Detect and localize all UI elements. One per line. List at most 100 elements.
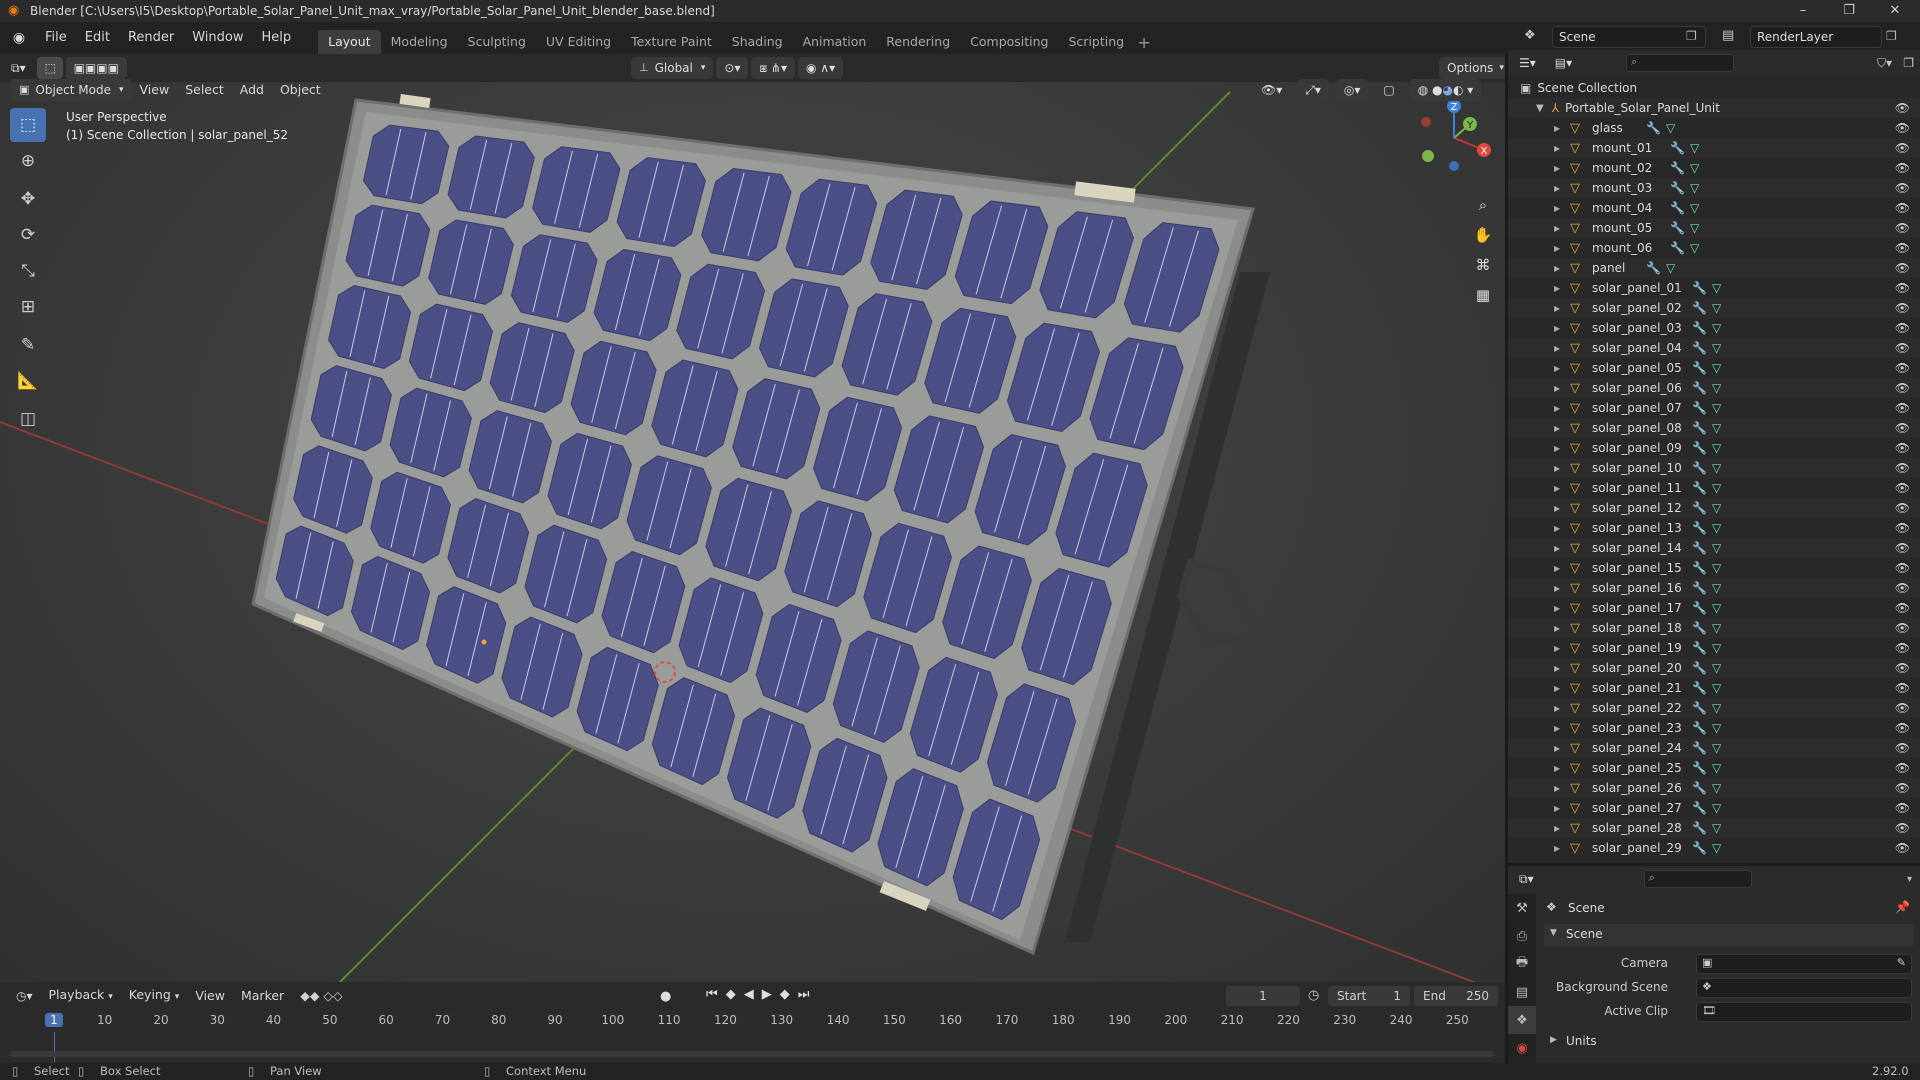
object-mode-dropdown[interactable]: ▣ Object Mode ▾ — [11, 79, 132, 101]
expand-arrow-icon[interactable]: ▶ — [1554, 604, 1560, 613]
outliner-object-row[interactable]: ▶ ▽ mount_01 🔧 ▽ 👁 — [1508, 138, 1920, 158]
eye-icon[interactable]: 👁 — [1895, 321, 1910, 335]
expand-arrow-icon[interactable]: ▶ — [1554, 664, 1560, 673]
expand-arrow-icon[interactable]: ▶ — [1554, 464, 1560, 473]
playback-menu[interactable]: Playback ▾ — [41, 981, 121, 1011]
play-icon[interactable]: ▶ — [762, 987, 772, 1002]
eye-icon[interactable]: 👁 — [1895, 401, 1910, 415]
modifier-wrench-icon[interactable]: 🔧 — [1692, 641, 1707, 655]
mesh-data-icon[interactable]: ▽ — [1690, 141, 1699, 155]
add-workspace-icon[interactable]: + — [1134, 33, 1154, 52]
timeline-area[interactable]: 1 10 20 30 40 50 60 70 80 90 100 110 120 130 140 150 160… — [0, 1010, 1505, 1063]
filter-icon[interactable]: ⛉▾ — [1877, 56, 1892, 71]
rotate-tool-icon[interactable]: ⟳ — [10, 218, 46, 252]
expand-arrow-icon[interactable]: ▶ — [1554, 344, 1560, 353]
outliner-object-row[interactable]: ▶ ▽ solar_panel_19 🔧 ▽ 👁 — [1508, 638, 1920, 658]
gizmo-neg-z-icon[interactable] — [1449, 161, 1459, 171]
tab-rendering[interactable]: Rendering — [876, 30, 960, 54]
scene-selector[interactable]: Scene — [1552, 26, 1706, 48]
display-mode-icon[interactable]: ▤▾ — [1547, 52, 1580, 74]
mesh-data-icon[interactable]: ▽ — [1712, 841, 1721, 855]
modifier-wrench-icon[interactable]: 🔧 — [1692, 781, 1707, 795]
outliner-collection-row[interactable]: ▼ ⅄ Portable_Solar_Panel_Unit 👁 — [1508, 98, 1920, 118]
outliner-object-row[interactable]: ▶ ▽ solar_panel_14 🔧 ▽ 👁 — [1508, 538, 1920, 558]
expand-arrow-icon[interactable]: ▼ — [1536, 103, 1544, 114]
transform-tool-icon[interactable]: ⊞ — [10, 290, 46, 324]
expand-arrow-icon[interactable]: ▶ — [1554, 704, 1560, 713]
modifier-wrench-icon[interactable]: 🔧 — [1692, 561, 1707, 575]
mesh-data-icon[interactable]: ▽ — [1712, 521, 1721, 535]
editor-type-icon[interactable]: ⧉▾ — [3, 57, 34, 79]
object-menu[interactable]: Object — [272, 78, 329, 102]
expand-arrow-icon[interactable]: ▶ — [1554, 144, 1560, 153]
selection-mode-icons[interactable]: ▣▣▣▣ — [65, 57, 127, 79]
mesh-data-icon[interactable]: ▽ — [1712, 621, 1721, 635]
outliner-object-row[interactable]: ▶ ▽ solar_panel_11 🔧 ▽ 👁 — [1508, 478, 1920, 498]
mesh-data-icon[interactable]: ▽ — [1712, 401, 1721, 415]
mesh-data-icon[interactable]: ▽ — [1712, 721, 1721, 735]
tab-texture-paint[interactable]: Texture Paint — [621, 30, 722, 54]
outliner-object-row[interactable]: ▶ ▽ solar_panel_12 🔧 ▽ 👁 — [1508, 498, 1920, 518]
expand-arrow-icon[interactable]: ▶ — [1554, 564, 1560, 573]
mesh-data-icon[interactable]: ▽ — [1712, 421, 1721, 435]
expand-arrow-icon[interactable]: ▶ — [1554, 164, 1560, 173]
eye-icon[interactable]: 👁 — [1895, 361, 1910, 375]
eye-icon[interactable]: 👁 — [1895, 101, 1910, 115]
eye-icon[interactable]: 👁 — [1895, 341, 1910, 355]
start-frame-field[interactable]: Start 1 — [1328, 986, 1410, 1006]
outliner-object-row[interactable]: ▶ ▽ solar_panel_29 🔧 ▽ 👁 — [1508, 838, 1920, 858]
select-box-tool-icon[interactable]: ⬚ — [10, 108, 46, 142]
outliner-object-row[interactable]: ▶ ▽ solar_panel_09 🔧 ▽ 👁 — [1508, 438, 1920, 458]
select-tool-icon[interactable]: ⬚ — [36, 57, 63, 79]
world-tab-icon[interactable]: ◉ — [1508, 1034, 1536, 1062]
tool-tab-icon[interactable]: ⚒ — [1508, 894, 1536, 922]
eye-icon[interactable]: 👁 — [1895, 541, 1910, 555]
outliner-object-row[interactable]: ▶ ▽ solar_panel_26 🔧 ▽ 👁 — [1508, 778, 1920, 798]
mesh-data-icon[interactable]: ▽ — [1712, 361, 1721, 375]
navigation-gizmo[interactable]: X Y Z — [1410, 96, 1496, 182]
modifier-wrench-icon[interactable]: 🔧 — [1692, 581, 1707, 595]
eye-icon[interactable]: 👁 — [1895, 201, 1910, 215]
tab-animation[interactable]: Animation — [793, 30, 877, 54]
eye-icon[interactable]: 👁 — [1895, 521, 1910, 535]
outliner-object-row[interactable]: ▶ ▽ mount_02 🔧 ▽ 👁 — [1508, 158, 1920, 178]
eye-icon[interactable]: 👁 — [1895, 221, 1910, 235]
mesh-data-icon[interactable]: ▽ — [1690, 181, 1699, 195]
cursor-tool-icon[interactable]: ⊕ — [10, 144, 46, 178]
outliner-object-row[interactable]: ▶ ▽ solar_panel_22 🔧 ▽ 👁 — [1508, 698, 1920, 718]
eye-icon[interactable]: 👁 — [1895, 241, 1910, 255]
eye-icon[interactable]: 👁 — [1895, 161, 1910, 175]
outliner-object-row[interactable]: ▶ ▽ solar_panel_21 🔧 ▽ 👁 — [1508, 678, 1920, 698]
mesh-data-icon[interactable]: ▽ — [1712, 481, 1721, 495]
eye-icon[interactable]: 👁 — [1895, 441, 1910, 455]
properties-search-input[interactable]: ⌕ — [1643, 870, 1752, 888]
outliner-object-row[interactable]: ▶ ▽ solar_panel_18 🔧 ▽ 👁 — [1508, 618, 1920, 638]
outliner-object-row[interactable]: ▶ ▽ mount_05 🔧 ▽ 👁 — [1508, 218, 1920, 238]
expand-arrow-icon[interactable]: ▶ — [1554, 484, 1560, 493]
expand-arrow-icon[interactable]: ▶ — [1554, 364, 1560, 373]
outliner-object-row[interactable]: ▶ ▽ solar_panel_16 🔧 ▽ 👁 — [1508, 578, 1920, 598]
expand-arrow-icon[interactable]: ▶ — [1554, 124, 1560, 133]
modifier-wrench-icon[interactable]: 🔧 — [1692, 741, 1707, 755]
eye-icon[interactable]: 👁 — [1895, 461, 1910, 475]
menu-file[interactable]: File — [36, 22, 76, 54]
tab-modeling[interactable]: Modeling — [381, 30, 458, 54]
modifier-wrench-icon[interactable]: 🔧 — [1692, 801, 1707, 815]
eye-icon[interactable]: 👁 — [1895, 801, 1910, 815]
modifier-wrench-icon[interactable]: 🔧 — [1670, 161, 1685, 175]
mesh-data-icon[interactable]: ▽ — [1712, 321, 1721, 335]
expand-arrow-icon[interactable]: ▶ — [1554, 324, 1560, 333]
perspective-grid-icon[interactable]: ▦ — [1470, 282, 1496, 308]
modifier-wrench-icon[interactable]: 🔧 — [1692, 481, 1707, 495]
modifier-wrench-icon[interactable]: 🔧 — [1692, 621, 1707, 635]
outliner[interactable]: ▣ Scene Collection ▼ ⅄ Portable_Solar_Pa… — [1508, 76, 1920, 863]
expand-arrow-icon[interactable]: ▶ — [1554, 384, 1560, 393]
new-scene-icon[interactable]: ❐ — [1686, 29, 1697, 43]
move-tool-icon[interactable]: ✥ — [10, 182, 46, 216]
options-button[interactable]: Options ▾ — [1439, 57, 1512, 79]
expand-arrow-icon[interactable]: ▶ — [1554, 724, 1560, 733]
eye-icon[interactable]: 👁 — [1895, 561, 1910, 575]
mesh-data-icon[interactable]: ▽ — [1712, 661, 1721, 675]
new-collection-icon[interactable]: ❐ — [1903, 56, 1914, 70]
modifier-wrench-icon[interactable]: 🔧 — [1646, 261, 1661, 275]
